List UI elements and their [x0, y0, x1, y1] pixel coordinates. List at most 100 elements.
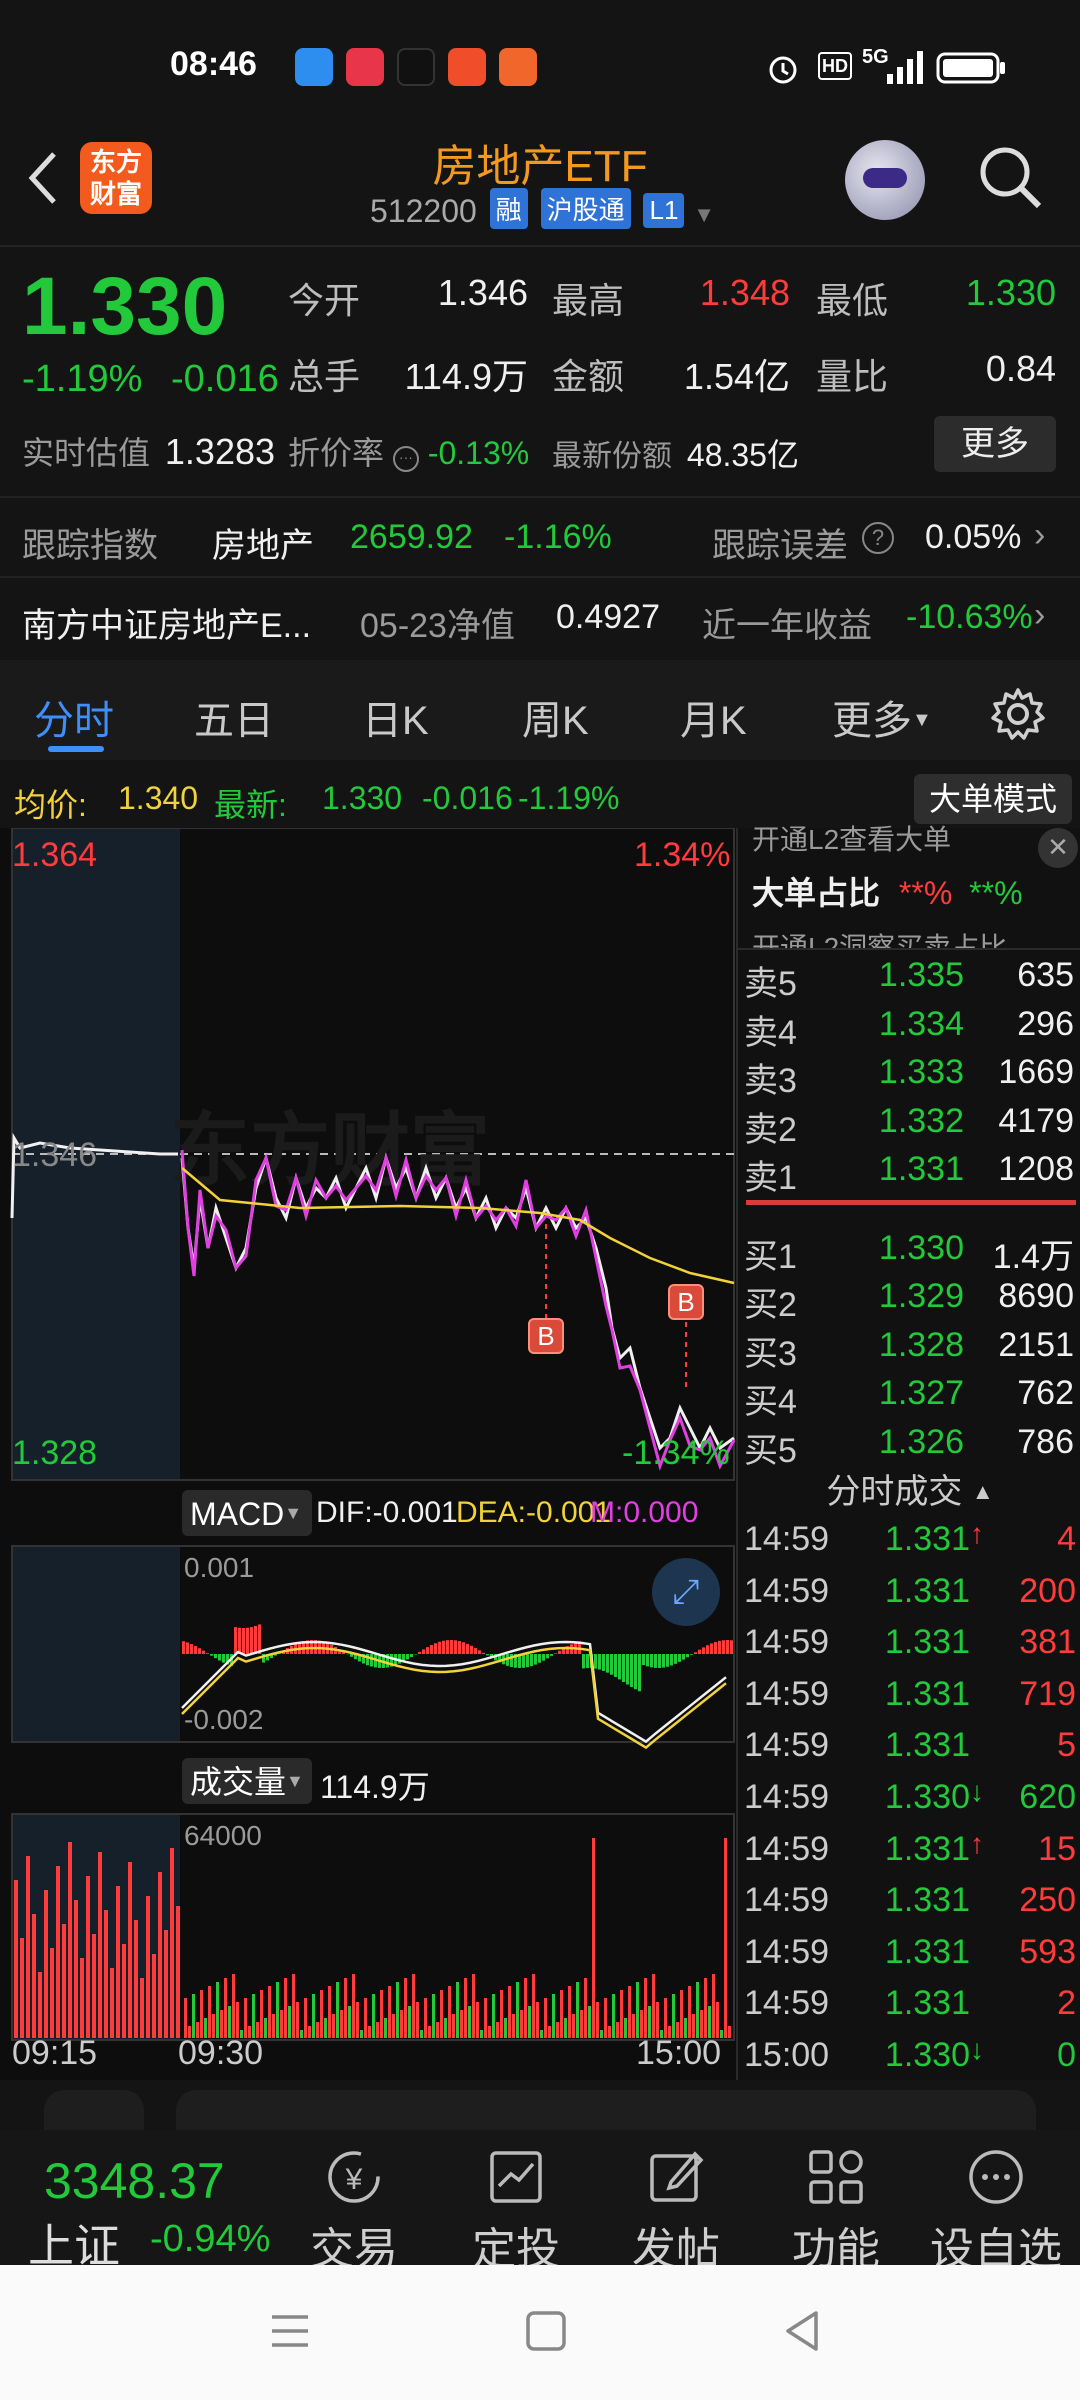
bid-row[interactable]: 买5 1.326 786: [738, 1419, 1080, 1470]
change-row: -1.19% -0.016: [22, 358, 279, 401]
volume-bar: [252, 1994, 255, 2038]
arrow-up-icon: ↑: [970, 1827, 984, 1859]
volume-bar: [464, 1978, 467, 2038]
tab-weekly-k[interactable]: 周K: [522, 688, 589, 746]
tab-more[interactable]: 更多▼: [832, 688, 932, 746]
volume-top: 64000: [184, 1820, 262, 1851]
iopv-label: 实时估值: [22, 435, 151, 471]
bid-row[interactable]: 买1 1.330 1.4万: [738, 1225, 1080, 1276]
security-code-row[interactable]: 512200 融 沪股通 L1 ▼: [370, 188, 715, 230]
volume-bar: [536, 2002, 539, 2038]
home-icon[interactable]: [524, 2309, 568, 2353]
level-label: 卖5: [744, 965, 797, 1003]
ask-row[interactable]: 卖1 1.331 1208: [738, 1146, 1080, 1197]
tab-daily-k[interactable]: 日K: [362, 688, 429, 746]
volume-bar: [364, 1998, 367, 2038]
bid-row[interactable]: 买2 1.329 8690: [738, 1273, 1080, 1324]
ask-row[interactable]: 卖5 1.335 635: [738, 952, 1080, 1003]
bid-row[interactable]: 买3 1.328 2151: [738, 1322, 1080, 1373]
bid-row[interactable]: 买4 1.327 762: [738, 1370, 1080, 1421]
more-button[interactable]: 更多: [934, 416, 1056, 472]
more-dots-icon[interactable]: ···: [392, 446, 419, 472]
pill-right: [176, 2090, 1036, 2130]
alarm-icon: [769, 56, 797, 84]
macd-bar: [454, 1640, 457, 1654]
tab-monthly-k[interactable]: 月K: [680, 688, 747, 746]
nav-trade[interactable]: ¥ 交易: [274, 2130, 434, 2277]
nav-watchlist[interactable]: 设自选: [916, 2130, 1076, 2277]
nav-apps[interactable]: 功能: [756, 2130, 916, 2277]
trade-price: 1.331: [884, 1520, 970, 1558]
robot-assistant-icon[interactable]: [845, 140, 925, 220]
volume-bar: [32, 1914, 36, 2038]
level-label: 买4: [744, 1383, 797, 1421]
back-nav-icon[interactable]: [780, 2309, 824, 2353]
volume-bar: [122, 1944, 126, 2038]
search-icon[interactable]: [975, 142, 1045, 212]
l2-link-2[interactable]: 开通L2洞察买卖占比: [752, 926, 1007, 950]
macd-bar: [190, 1644, 193, 1654]
index-ticker[interactable]: 3348.37 上证 -0.94%: [28, 2152, 288, 2272]
volume-bar: [624, 2018, 627, 2038]
volume-bar: [116, 1886, 120, 2038]
volume-bar: [380, 1990, 383, 2038]
tab-more-label: 更多: [832, 699, 912, 743]
close-icon[interactable]: ✕: [1038, 828, 1078, 868]
tab-five-day[interactable]: 五日: [194, 688, 274, 746]
y-axis-top: 1.364: [12, 836, 98, 874]
high-label: 最高: [552, 280, 625, 321]
volume-bar: [452, 2014, 455, 2038]
gear-icon[interactable]: [990, 686, 1046, 742]
big-order-mode-button[interactable]: 大单模式: [914, 774, 1072, 824]
nav-post[interactable]: 发帖: [596, 2130, 756, 2277]
dropdown-icon: ▼: [286, 1771, 304, 1791]
fund-row[interactable]: 南方中证房地产E... 05-23净值 0.4927 近一年收益 -10.63%…: [0, 580, 1080, 658]
volume-bar: [576, 1982, 579, 2038]
macd-bar: [618, 1654, 621, 1680]
expand-icon[interactable]: ⤢: [652, 1558, 720, 1626]
ask-row[interactable]: 卖4 1.334 296: [738, 1001, 1080, 1052]
macd-bottom: -0.002: [184, 1704, 264, 1735]
pct-axis-bottom: -1.34%: [622, 1434, 730, 1472]
macd-bar: [446, 1640, 449, 1654]
macd-bar: [686, 1654, 689, 1658]
dropdown-icon: ▼: [284, 1503, 303, 1523]
volume-selector[interactable]: 成交量▼: [182, 1758, 312, 1804]
last-price: 1.330: [22, 261, 228, 352]
buy-marker[interactable]: B: [528, 1318, 564, 1354]
macd-selector[interactable]: MACD▼: [182, 1490, 312, 1536]
open-value: 1.346: [437, 272, 528, 313]
tab-intraday[interactable]: 分时: [34, 688, 114, 746]
volume-bar: [600, 2030, 603, 2038]
l2-link[interactable]: 开通L2查看大单: [752, 818, 951, 858]
macd-bar: [718, 1640, 721, 1654]
ask-row[interactable]: 卖3 1.333 1669: [738, 1049, 1080, 1100]
tracking-error-label: 跟踪误差: [712, 527, 848, 565]
dropdown-icon[interactable]: ▼: [693, 202, 715, 227]
chart-area[interactable]: 东方财富 1.364 1.34% 1.346 1.328 -1.34% B B …: [0, 828, 736, 2080]
trade-row: 15:00 1.330 ↓ 0: [738, 2032, 1080, 2082]
volume-bar: [428, 2026, 431, 2038]
volume-bar: [272, 2014, 275, 2038]
volume-bar: [588, 2006, 591, 2038]
trades-header[interactable]: 分时成交 ▲: [738, 1464, 1080, 1513]
macd-bar: [722, 1640, 725, 1654]
volume-bar: [224, 1978, 227, 2038]
nav-invest[interactable]: 定投: [436, 2130, 596, 2277]
volume-bar: [288, 2006, 291, 2038]
discount-value: -0.13%: [427, 435, 530, 471]
buy-marker[interactable]: B: [668, 1284, 704, 1320]
level-volume: 635: [1017, 956, 1074, 994]
macd-bar: [726, 1640, 729, 1654]
macd-bar: [466, 1643, 469, 1654]
volume-bar: [564, 2018, 567, 2038]
big-order-buy: **%: [898, 875, 953, 911]
trade-price: 1.331: [884, 1932, 970, 1971]
apps-icon: [809, 2150, 863, 2204]
level-price: 1.326: [878, 1422, 964, 1461]
tracking-row[interactable]: 跟踪指数 房地产 2659.92 -1.16% 跟踪误差 ? 0.05% ›: [0, 498, 1080, 576]
help-icon[interactable]: ?: [862, 522, 894, 554]
ask-row[interactable]: 卖2 1.332 4179: [738, 1098, 1080, 1149]
macd-bar: [634, 1654, 637, 1690]
menu-icon[interactable]: [268, 2309, 312, 2353]
